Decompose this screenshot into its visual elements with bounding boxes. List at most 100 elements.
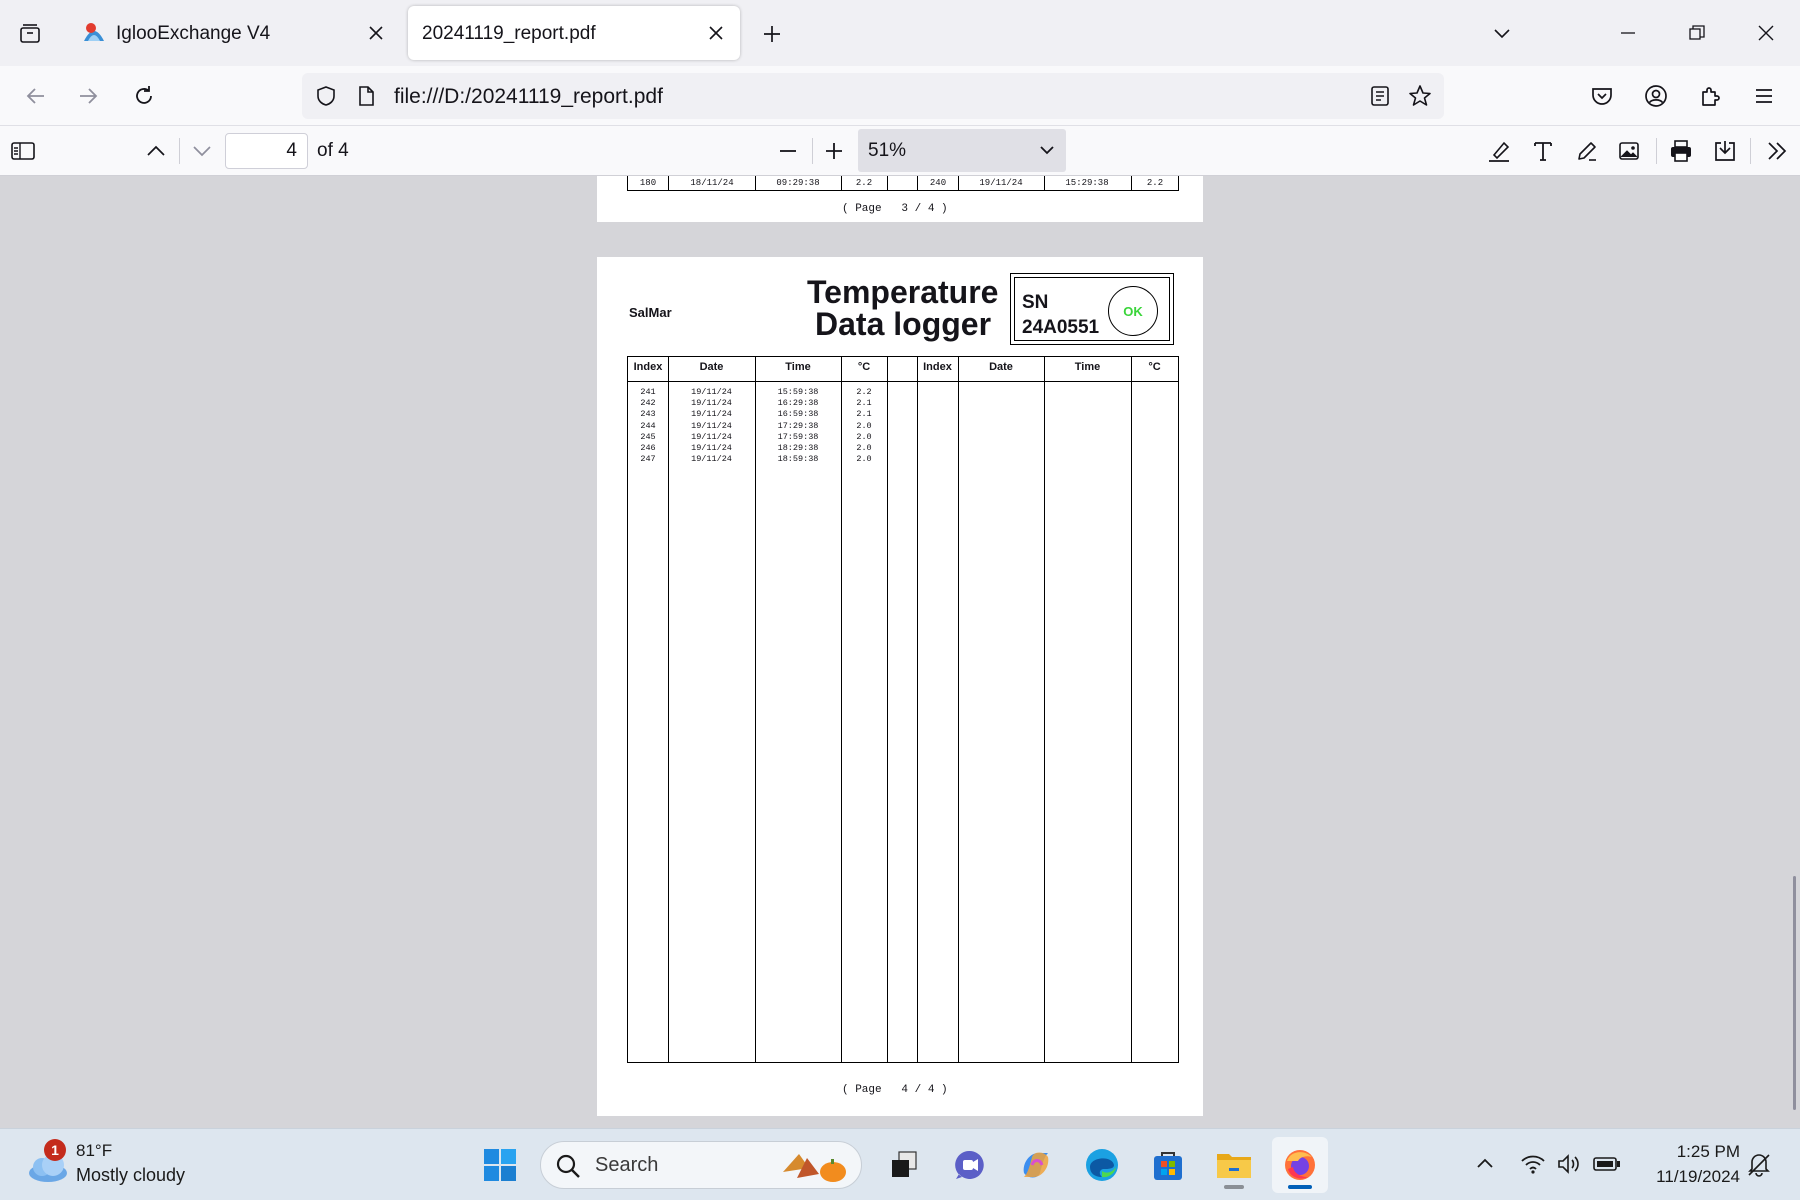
bookmark-button[interactable] <box>1406 82 1434 110</box>
weather-description: Mostly cloudy <box>76 1165 186 1185</box>
site-info-button[interactable] <box>352 82 380 110</box>
account-button[interactable] <box>1636 76 1676 116</box>
battery-icon <box>1593 1157 1620 1171</box>
temperature-table: Index Date Time °C Index Date Time °C 24… <box>627 356 1179 1063</box>
highlight-button[interactable] <box>1482 134 1516 168</box>
restore-button[interactable] <box>1675 12 1719 54</box>
pdf-page-3: 180 18/11/24 09:29:38 2.2 240 19/11/24 1… <box>597 176 1203 222</box>
extensions-button[interactable] <box>1690 76 1730 116</box>
index-column: 241 242 243 244 245 246 247 <box>640 387 656 465</box>
time-column: 15:59:38 16:29:38 16:59:38 17:29:38 17:5… <box>777 387 819 465</box>
list-tabs-chevron-button[interactable] <box>1480 12 1524 54</box>
screen: IglooExchange V4 20241119_report.pdf fil… <box>0 0 1800 1200</box>
close-tab-button[interactable] <box>702 19 730 47</box>
add-image-button[interactable] <box>1612 134 1646 168</box>
next-page-button[interactable] <box>185 134 219 168</box>
notification-badge: 1 <box>44 1139 66 1161</box>
tools-overflow-button[interactable] <box>1760 134 1794 168</box>
forward-button[interactable] <box>68 76 108 116</box>
back-button[interactable] <box>16 76 56 116</box>
column-header-time: Time <box>785 361 811 373</box>
scrollbar-thumb[interactable] <box>1793 876 1796 1110</box>
column-header-date: Date <box>699 361 724 373</box>
previous-page-button[interactable] <box>139 134 173 168</box>
chat-button[interactable] <box>942 1137 998 1193</box>
taskbar-search[interactable]: Search <box>540 1141 862 1189</box>
tabs-list-icon <box>20 24 40 43</box>
minus-icon <box>780 150 796 152</box>
zoom-out-button[interactable] <box>771 134 805 168</box>
extensions-icon <box>1702 87 1720 106</box>
network-button[interactable] <box>1516 1147 1550 1181</box>
pocket-button[interactable] <box>1582 76 1622 116</box>
show-hidden-icons-button[interactable] <box>1468 1147 1502 1181</box>
notification-center-button[interactable] <box>1742 1147 1776 1181</box>
list-all-tabs-button[interactable] <box>12 16 48 52</box>
url-bar[interactable]: file:///D:/20241119_report.pdf <box>302 73 1444 119</box>
sn-label: SN <box>1022 292 1049 313</box>
app-menu-button[interactable] <box>1744 76 1784 116</box>
column-header-temp: °C <box>1148 361 1161 373</box>
reload-button[interactable] <box>124 76 164 116</box>
battery-button[interactable] <box>1590 1147 1624 1181</box>
pdf-viewer[interactable]: 180 18/11/24 09:29:38 2.2 240 19/11/24 1… <box>0 176 1800 1128</box>
pdf-toolbar: of 4 51% <box>0 126 1800 176</box>
print-button[interactable] <box>1664 134 1698 168</box>
tracking-protection-button[interactable] <box>312 82 340 110</box>
edge-icon <box>1086 1149 1118 1181</box>
close-tab-button[interactable] <box>362 19 390 47</box>
chevron-down-icon <box>1494 29 1510 39</box>
edge-button[interactable] <box>1074 1137 1130 1193</box>
save-button[interactable] <box>1708 134 1742 168</box>
volume-button[interactable] <box>1552 1147 1586 1181</box>
notification-icon <box>1748 1154 1770 1177</box>
page-number-input[interactable] <box>225 133 308 169</box>
tab-report-pdf[interactable]: 20241119_report.pdf <box>408 6 740 60</box>
column-header-index: Index <box>923 361 952 373</box>
zoom-select[interactable]: 51% <box>858 129 1066 172</box>
task-view-button[interactable] <box>876 1137 932 1193</box>
company-name: SalMar <box>629 305 672 320</box>
close-icon <box>709 26 723 40</box>
back-icon <box>26 88 44 104</box>
taskbar: 1 81°F Mostly cloudy Search 1:25 PM 11/1… <box>0 1128 1800 1200</box>
new-tab-button[interactable] <box>754 16 790 52</box>
report-title-line2: Data logger <box>815 306 992 342</box>
close-window-button[interactable] <box>1744 12 1788 54</box>
clock-date[interactable]: 11/19/2024 <box>1630 1167 1740 1187</box>
tab-iglooexchange[interactable]: IglooExchange V4 <box>68 6 400 60</box>
page-footer: ( Page 4 / 4 ) <box>842 1084 948 1096</box>
reader-view-button[interactable] <box>1366 82 1394 110</box>
autumn-decoration-icon <box>783 1154 846 1182</box>
zoom-value: 51% <box>868 140 907 161</box>
search-label: Search <box>595 1154 659 1176</box>
image-icon <box>1619 142 1639 160</box>
column-header-temp: °C <box>857 361 871 373</box>
clock-time[interactable]: 1:25 PM <box>1640 1142 1740 1162</box>
igloo-favicon <box>82 21 106 45</box>
windows-start-icon <box>484 1149 516 1181</box>
close-icon <box>1758 25 1774 41</box>
zoom-in-button[interactable] <box>817 134 851 168</box>
copilot-button[interactable] <box>1008 1137 1064 1193</box>
start-button[interactable] <box>472 1137 528 1193</box>
toggle-sidebar-button[interactable] <box>6 134 40 168</box>
menu-icon <box>1756 89 1772 103</box>
tab-title: 20241119_report.pdf <box>422 23 596 44</box>
tab-strip: IglooExchange V4 20241119_report.pdf <box>0 0 1800 66</box>
chevron-down-icon <box>1040 146 1054 155</box>
status-text: OK <box>1123 304 1143 319</box>
column-header-date: Date <box>989 361 1013 373</box>
chat-icon <box>955 1150 984 1179</box>
store-button[interactable] <box>1140 1137 1196 1193</box>
reader-view-icon <box>1371 86 1389 106</box>
copilot-icon <box>1023 1152 1049 1178</box>
reload-icon <box>136 86 152 104</box>
minimize-button[interactable] <box>1606 12 1650 54</box>
draw-button[interactable] <box>1570 134 1604 168</box>
file-explorer-button[interactable] <box>1206 1137 1262 1193</box>
firefox-button[interactable] <box>1272 1137 1328 1193</box>
column-header-index: Index <box>633 361 663 373</box>
double-chevron-right-icon <box>1768 142 1787 160</box>
text-button[interactable] <box>1526 134 1560 168</box>
